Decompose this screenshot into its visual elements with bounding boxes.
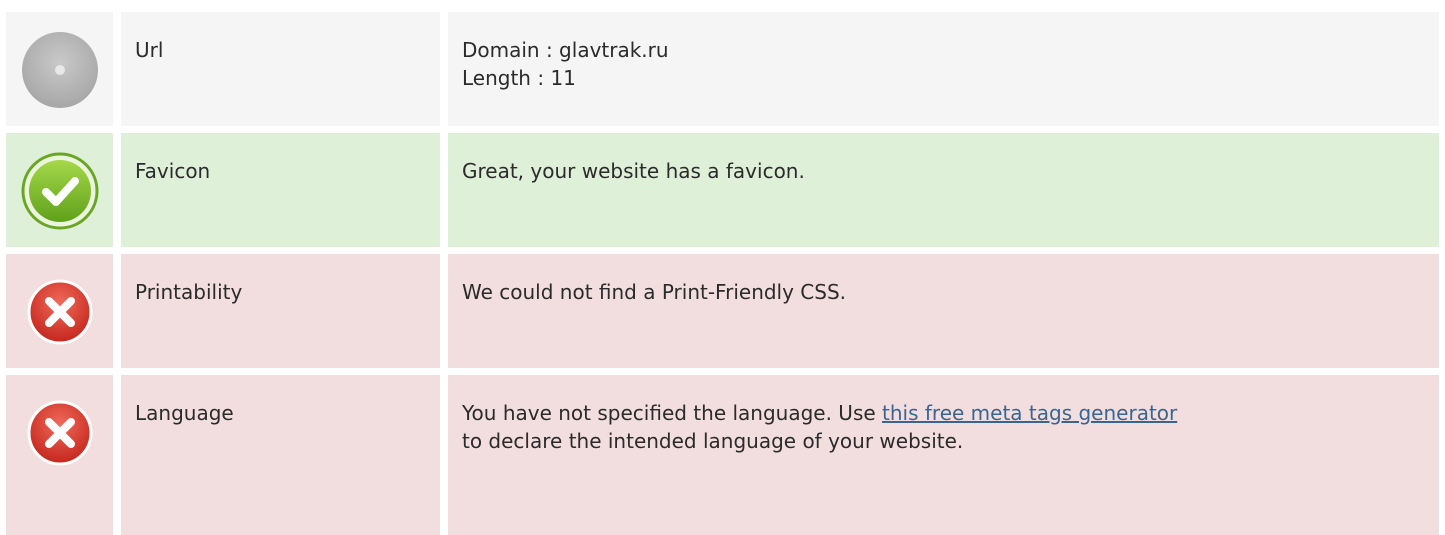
- domain-line: Domain : glavtrak.ru: [462, 38, 669, 62]
- label-cell: Favicon: [121, 133, 440, 247]
- label-cell: Language: [121, 375, 440, 535]
- status-cell: [6, 375, 113, 535]
- error-x-circle-icon: [27, 400, 93, 466]
- row-value: Domain : glavtrak.ru Length : 11: [462, 36, 1431, 92]
- language-message-line-1: You have not specified the language. Use…: [462, 399, 1431, 427]
- language-message-text: You have not specified the language. Use: [462, 401, 883, 425]
- gray-disc-icon: [22, 32, 98, 108]
- row-value: Great, your website has a favicon.: [462, 157, 1431, 185]
- check-circle-icon: [21, 152, 99, 230]
- table-row-printability: Printability We could not find a Print-F…: [0, 254, 1445, 368]
- error-x-circle-icon: [27, 279, 93, 345]
- value-cell: You have not specified the language. Use…: [448, 375, 1439, 535]
- value-cell: Domain : glavtrak.ru Length : 11: [448, 12, 1439, 126]
- status-cell: [6, 12, 113, 126]
- printability-message: We could not find a Print-Friendly CSS.: [462, 280, 847, 304]
- row-label: Language: [135, 401, 234, 425]
- favicon-message: Great, your website has a favicon.: [462, 159, 805, 183]
- label-cell: Url: [121, 12, 440, 126]
- language-message-line-2: to declare the intended language of your…: [462, 429, 964, 453]
- row-value: We could not find a Print-Friendly CSS.: [462, 278, 1431, 306]
- table-row-favicon: Favicon Great, your website has a favico…: [0, 133, 1445, 247]
- value-cell: Great, your website has a favicon.: [448, 133, 1439, 247]
- value-cell: We could not find a Print-Friendly CSS.: [448, 254, 1439, 368]
- table-row-language: Language You have not specified the lang…: [0, 375, 1445, 535]
- label-cell: Printability: [121, 254, 440, 368]
- length-line: Length : 11: [462, 66, 576, 90]
- meta-tags-generator-link[interactable]: this free meta tags generator: [882, 401, 1177, 425]
- status-cell: [6, 133, 113, 247]
- row-label: Favicon: [135, 159, 211, 183]
- status-cell: [6, 254, 113, 368]
- row-label: Printability: [135, 280, 243, 304]
- row-label: Url: [135, 38, 164, 62]
- table-row-url: Url Domain : glavtrak.ru Length : 11: [0, 12, 1445, 126]
- row-value: You have not specified the language. Use…: [462, 399, 1431, 455]
